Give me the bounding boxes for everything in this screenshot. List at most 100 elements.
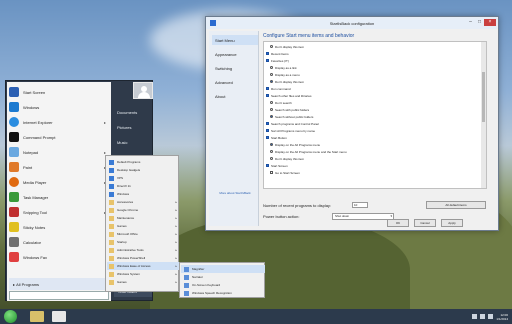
program-folder[interactable]: Windows PowerShell ▸: [107, 254, 179, 262]
program-item[interactable]: XPS: [107, 174, 179, 182]
nav-switching[interactable]: Switching: [212, 63, 258, 73]
nav-appearance[interactable]: Appearance: [212, 49, 258, 59]
radio-icon: [270, 45, 273, 48]
start-button[interactable]: [4, 310, 17, 323]
option-checkbox[interactable]: Favorites (IT): [266, 58, 289, 63]
pinned-item[interactable]: Notepad ▸: [9, 145, 109, 159]
option-label: Display as a link: [275, 65, 297, 70]
program-item[interactable]: On-Screen Keyboard: [181, 281, 265, 289]
program-folder[interactable]: Games ▸: [107, 278, 179, 286]
maximize-icon[interactable]: □: [475, 19, 484, 26]
program-item[interactable]: Magnifier: [181, 265, 265, 273]
option-radio[interactable]: Don't display this item: [270, 79, 304, 84]
nav-about[interactable]: About: [212, 91, 258, 101]
pinned-item[interactable]: Task Manager: [9, 190, 109, 204]
program-item[interactable]: Default Programs: [107, 158, 179, 166]
start-right-item[interactable]: Music: [114, 136, 152, 148]
task-manager-icon: [9, 192, 19, 202]
pinned-item[interactable]: Sticky Notes: [9, 220, 109, 234]
pinned-item[interactable]: Command Prompt: [9, 130, 109, 144]
program-folder[interactable]: Startup ▸: [107, 238, 179, 246]
close-icon[interactable]: ×: [484, 19, 496, 26]
clock[interactable]: 12:00 1/1/2014: [496, 313, 508, 321]
program-item[interactable]: DirectX 11: [107, 182, 179, 190]
volume-icon[interactable]: [488, 314, 494, 319]
program-folder[interactable]: Maintenance ▸: [107, 214, 179, 222]
more-about-link[interactable]: More about Start!sBack: [217, 191, 253, 195]
recent-programs-spinner[interactable]: 10: [352, 202, 368, 208]
minimize-icon[interactable]: –: [466, 19, 475, 26]
option-radio[interactable]: Don't display this item: [270, 156, 304, 161]
start-right-item[interactable]: Documents: [114, 106, 152, 118]
pinned-label: Calculator: [23, 239, 42, 245]
all-default-items-button[interactable]: All default items: [426, 201, 486, 209]
program-folder[interactable]: Accessories ▸: [107, 198, 179, 206]
option-checkbox[interactable]: Go to Start Screen: [270, 170, 300, 175]
program-folder[interactable]: Administrative Tools ▸: [107, 246, 179, 254]
start-search-input[interactable]: [9, 291, 109, 300]
option-checkbox[interactable]: Recent Items: [266, 51, 289, 56]
option-checkbox[interactable]: Start Button: [266, 135, 287, 140]
nav-start-menu[interactable]: Start Menu: [212, 35, 258, 45]
option-radio[interactable]: Display on the All Programs menu: [270, 142, 320, 147]
program-label: Administrative Tools: [117, 248, 144, 252]
ok-button[interactable]: OK: [387, 219, 409, 227]
program-item[interactable]: Desktop Gadgets: [107, 166, 179, 174]
pinned-item[interactable]: Paint▸: [9, 160, 109, 174]
option-checkbox[interactable]: Search other files and libraries: [266, 93, 312, 98]
option-checkbox[interactable]: Sort All Programs menu by name: [266, 128, 315, 133]
option-radio[interactable]: Display as a menu: [270, 72, 300, 77]
radio-icon: [270, 80, 273, 83]
option-radio[interactable]: Search with public folders: [270, 107, 309, 112]
pinned-item[interactable]: Internet Explorer ▸: [9, 115, 109, 129]
program-folder[interactable]: Games ▸: [107, 222, 179, 230]
apply-button[interactable]: Apply: [441, 219, 463, 227]
network-icon[interactable]: [480, 314, 486, 319]
start-right-item[interactable]: Pictures: [114, 121, 152, 133]
program-label: Maintenance: [117, 216, 135, 220]
user-avatar[interactable]: [133, 82, 153, 99]
nav-advanced[interactable]: Advanced: [212, 77, 258, 87]
program-item[interactable]: Narrator: [181, 273, 265, 281]
program-folder[interactable]: Microsoft Office ▸: [107, 230, 179, 238]
title-bar[interactable]: StartIsBack configuration – □ ×: [206, 17, 498, 29]
window-app-icon[interactable]: [52, 311, 66, 322]
folder-icon: [109, 215, 114, 221]
pinned-item[interactable]: Start Screen: [9, 85, 109, 99]
option-radio[interactable]: Don't search: [270, 100, 292, 105]
checkbox-icon: [266, 52, 269, 55]
chevron-right-icon: ▸: [175, 264, 177, 268]
option-radio[interactable]: Display on the All Programs menu and the…: [270, 149, 347, 154]
program-icon: [109, 183, 114, 189]
radio-icon: [270, 143, 273, 146]
radio-icon: [270, 157, 273, 160]
option-radio[interactable]: Display as a link: [270, 65, 297, 70]
power-action-value: Shut down: [335, 213, 350, 218]
pinned-item[interactable]: Calculator: [9, 235, 109, 249]
option-checkbox[interactable]: Search programs and Control Panel: [266, 121, 319, 126]
program-folder-selected[interactable]: Windows Ease of Access ▸: [107, 262, 179, 270]
narrator-icon: [184, 274, 189, 280]
option-checkbox[interactable]: Run command: [266, 86, 291, 91]
option-checkbox[interactable]: Start Screen: [266, 163, 288, 168]
pinned-item[interactable]: Windows Fax: [9, 250, 109, 264]
program-item[interactable]: Windows Speech Recognition: [181, 289, 265, 297]
all-programs-button[interactable]: ▸ All Programs: [9, 278, 109, 290]
pinned-item[interactable]: Snipping Tool▸: [9, 205, 109, 219]
file-explorer-icon[interactable]: [30, 311, 44, 322]
page-title: Configure Start menu items and behavior: [263, 33, 355, 39]
program-folder[interactable]: Windows System ▸: [107, 270, 179, 278]
scroll-thumb[interactable]: [482, 72, 485, 122]
system-tray: 12:00 1/1/2014: [438, 311, 508, 322]
options-scrollbar[interactable]: [481, 42, 486, 188]
pinned-item[interactable]: Windows: [9, 100, 109, 114]
cancel-button[interactable]: Cancel: [414, 219, 436, 227]
program-folder[interactable]: Google Chrome ▸: [107, 206, 179, 214]
option-radio[interactable]: Don't display this item: [270, 44, 304, 49]
flag-icon[interactable]: [472, 314, 478, 319]
option-radio[interactable]: Search without public folders: [270, 114, 313, 119]
program-item[interactable]: Windows: [107, 190, 179, 198]
pinned-item[interactable]: Media Player▸: [9, 175, 109, 189]
keyboard-icon: [184, 282, 189, 288]
chevron-right-icon: ▸: [175, 224, 177, 228]
